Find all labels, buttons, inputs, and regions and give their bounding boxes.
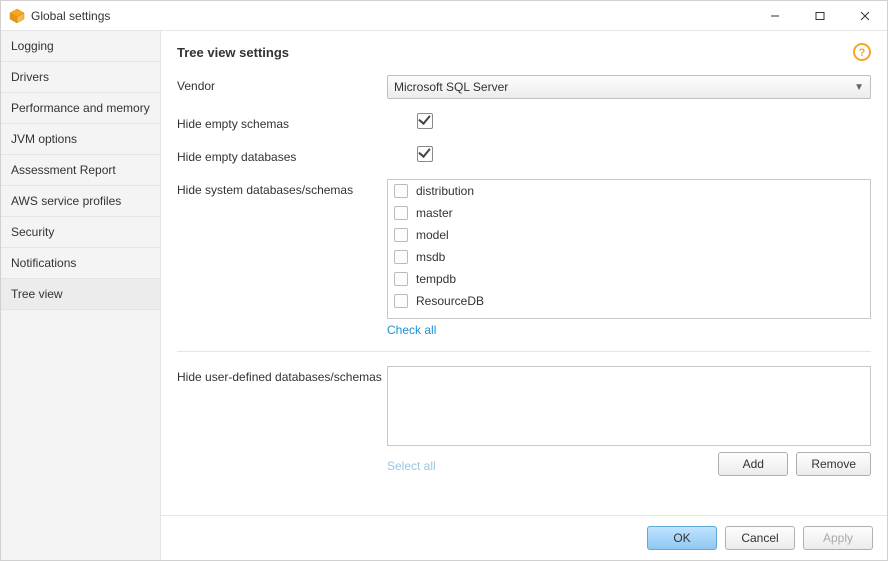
svg-text:?: ? (859, 47, 866, 59)
checkbox-resourcedb[interactable] (394, 294, 408, 308)
sidebar: Logging Drivers Performance and memory J… (1, 31, 161, 560)
hide-empty-schemas-checkbox[interactable] (417, 113, 433, 129)
sidebar-item-performance[interactable]: Performance and memory (1, 93, 160, 124)
close-button[interactable] (842, 1, 887, 30)
hide-system-label: Hide system databases/schemas (177, 179, 387, 197)
sidebar-item-jvm-options[interactable]: JVM options (1, 124, 160, 155)
vendor-combobox[interactable]: Microsoft SQL Server ▼ (387, 75, 871, 99)
sidebar-item-aws-profiles[interactable]: AWS service profiles (1, 186, 160, 217)
vendor-value: Microsoft SQL Server (394, 80, 854, 94)
sidebar-item-assessment[interactable]: Assessment Report (1, 155, 160, 186)
list-item[interactable]: master (388, 202, 870, 224)
hide-empty-schemas-label: Hide empty schemas (177, 113, 387, 131)
select-all-link[interactable]: Select all (387, 459, 436, 473)
cancel-button[interactable]: Cancel (725, 526, 795, 550)
list-item-label: ResourceDB (416, 294, 484, 308)
checkbox-tempdb[interactable] (394, 272, 408, 286)
apply-button[interactable]: Apply (803, 526, 873, 550)
titlebar: Global settings (1, 1, 887, 31)
maximize-button[interactable] (797, 1, 842, 30)
list-item[interactable]: msdb (388, 246, 870, 268)
list-item[interactable]: model (388, 224, 870, 246)
sidebar-item-tree-view[interactable]: Tree view (1, 279, 160, 310)
content: Tree view settings ? Vendor Microsoft SQ… (161, 31, 887, 560)
hide-user-label: Hide user-defined databases/schemas (177, 366, 387, 384)
check-all-link[interactable]: Check all (387, 323, 436, 337)
list-item-label: master (416, 206, 453, 220)
remove-button[interactable]: Remove (796, 452, 871, 476)
sidebar-item-notifications[interactable]: Notifications (1, 248, 160, 279)
add-button[interactable]: Add (718, 452, 788, 476)
list-item-label: model (416, 228, 449, 242)
checkbox-model[interactable] (394, 228, 408, 242)
dialog-footer: OK Cancel Apply (161, 515, 887, 560)
list-item-label: msdb (416, 250, 445, 264)
minimize-button[interactable] (752, 1, 797, 30)
hide-empty-databases-label: Hide empty databases (177, 146, 387, 164)
checkbox-msdb[interactable] (394, 250, 408, 264)
app-icon (9, 8, 25, 24)
vendor-label: Vendor (177, 75, 387, 93)
help-icon[interactable]: ? (853, 43, 871, 61)
window-title: Global settings (31, 9, 110, 23)
sidebar-item-security[interactable]: Security (1, 217, 160, 248)
divider (177, 351, 871, 352)
page-title: Tree view settings (177, 45, 853, 60)
sidebar-item-logging[interactable]: Logging (1, 31, 160, 62)
list-item[interactable]: ResourceDB (388, 290, 870, 312)
chevron-down-icon: ▼ (854, 82, 864, 93)
checkbox-distribution[interactable] (394, 184, 408, 198)
user-databases-listbox[interactable] (387, 366, 871, 446)
list-item[interactable]: tempdb (388, 268, 870, 290)
list-item-label: distribution (416, 184, 474, 198)
list-item-label: tempdb (416, 272, 456, 286)
ok-button[interactable]: OK (647, 526, 717, 550)
sidebar-item-drivers[interactable]: Drivers (1, 62, 160, 93)
global-settings-window: Global settings Logging Drivers Performa… (0, 0, 888, 561)
list-item[interactable]: distribution (388, 180, 870, 202)
checkbox-master[interactable] (394, 206, 408, 220)
hide-empty-databases-checkbox[interactable] (417, 146, 433, 162)
system-databases-listbox[interactable]: distribution master model (387, 179, 871, 319)
